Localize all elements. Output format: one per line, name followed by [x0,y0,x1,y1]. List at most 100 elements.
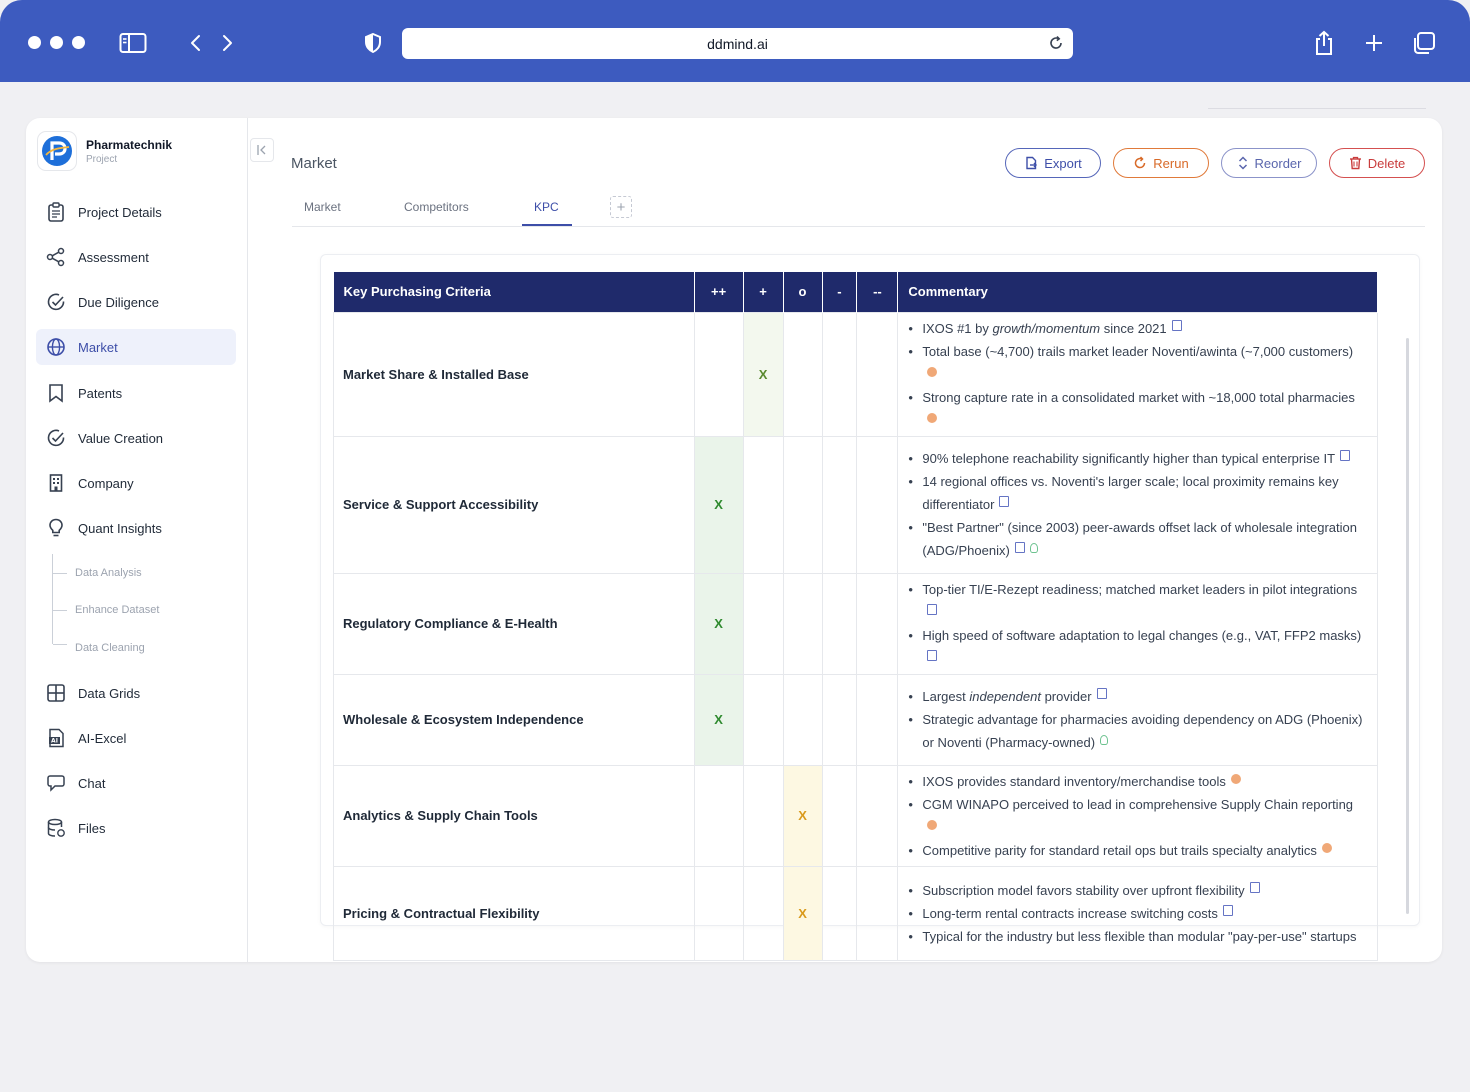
tabs-overview-icon[interactable] [1409,28,1439,58]
commentary-text: IXOS provides standard inventory/merchan… [922,773,1226,789]
forward-arrow-icon[interactable] [212,28,242,58]
sidebar-item-market[interactable]: Market [36,329,236,365]
sidebar-toggle-icon[interactable] [118,28,148,58]
new-tab-plus-icon[interactable] [1359,28,1389,58]
sidebar-subitem-enhance-dataset[interactable]: Enhance Dataset [75,604,159,616]
address-bar[interactable]: ddmind.ai [402,28,1073,59]
commentary-item: Competitive parity for standard retail o… [908,839,1367,862]
sidebar-item-label: Value Creation [78,430,164,446]
source-web-icon[interactable] [927,819,938,830]
score-cell: X [742,311,784,437]
source-insight-icon[interactable] [1100,735,1109,745]
source-document-icon[interactable] [1014,542,1025,553]
sidebar-item-assessment[interactable]: Assessment [36,239,236,275]
share-upload-icon[interactable] [1309,28,1339,58]
sidebar-item-label: Market [78,339,118,355]
score-cell [821,572,858,675]
database-icon [46,818,66,838]
table-row: Market Share & Installed Base X IXOS #1 by… [333,311,1378,437]
sidebar-item-company[interactable]: Company [36,465,236,501]
brand-subtitle: Project [86,153,118,165]
criterion-cell: Pricing & Contractual Flexibility [333,865,695,961]
active-tab-indicator [522,224,572,226]
shield-icon[interactable] [358,28,388,58]
commentary-cell: IXOS #1 by growth/momentum since 2021 Tot… [897,311,1378,437]
sidebar-item-quant-insights[interactable]: Quant Insights [36,510,236,546]
brand-name: Pharmatechnik [86,137,173,152]
sub-branch-line [53,573,67,574]
sidebar-subitem-data-analysis[interactable]: Data Analysis [75,567,142,579]
sidebar-item-label: Data Grids [78,685,141,701]
maximize-window-dot[interactable] [72,36,85,49]
sidebar-subitem-data-cleaning[interactable]: Data Cleaning [75,642,145,654]
score-cell [693,764,744,867]
sidebar-item-ai-excel[interactable]: AI AI-Excel [36,720,236,756]
close-window-dot[interactable] [28,36,41,49]
trash-icon [1349,156,1361,170]
reorder-button[interactable]: Reorder [1221,148,1317,178]
criterion-cell: Wholesale & Ecosystem Independence [333,673,695,766]
source-insight-icon[interactable] [1029,543,1038,553]
table-row: Analytics & Supply Chain Tools X IXOS prov… [333,764,1378,867]
table-row: Wholesale & Ecosystem IndependenceX Large… [333,673,1378,766]
vertical-scrollbar[interactable] [1406,338,1409,914]
reload-icon[interactable] [1047,34,1065,52]
sidebar-item-project-details[interactable]: Project Details [36,194,236,230]
score-cell [856,435,899,574]
score-cell [821,311,858,437]
criterion-cell: Market Share & Installed Base [333,311,695,437]
commentary-text: High speed of software adaptation to leg… [922,627,1362,643]
source-document-icon[interactable] [1171,319,1182,331]
add-tab-button[interactable]: + [610,196,632,218]
brand[interactable]: Pharmatechnik Project [38,132,172,170]
rerun-button[interactable]: Rerun [1113,148,1209,178]
delete-button[interactable]: Delete [1329,148,1425,178]
tab-kpc[interactable]: KPC [534,200,559,214]
ai-file-icon: AI [46,728,66,748]
collapse-sidebar-button[interactable] [250,138,274,162]
commentary-text: provider [1040,689,1092,704]
header-plus: + [743,272,784,312]
source-web-icon[interactable] [927,366,938,377]
clipboard-icon [46,202,66,222]
header-criteria: Key Purchasing Criteria [333,272,695,312]
tab-market[interactable]: Market [304,200,341,214]
sidebar-item-label: Project Details [78,204,162,220]
commentary-text: Total base (~4,700) trails market leader… [922,343,1354,359]
source-web-icon[interactable] [1230,773,1241,784]
source-web-icon[interactable] [1321,842,1332,853]
source-web-icon[interactable] [927,412,938,423]
commentary-text: Competitive parity for standard retail o… [922,842,1317,858]
score-cell [693,865,744,961]
source-document-icon[interactable] [1340,450,1351,461]
sub-branch-line [53,610,67,611]
source-document-icon[interactable] [1096,688,1107,699]
commentary-emphasis: growth/momentum [992,320,1101,336]
sidebar-item-value-creation[interactable]: Value Creation [36,420,236,456]
source-document-icon[interactable] [999,496,1010,507]
table-row: Regulatory Compliance & E-HealthX Top-tie… [333,572,1378,675]
window-controls[interactable] [28,36,85,49]
rerun-refresh-icon [1135,156,1146,169]
score-cell [742,572,784,675]
tab-competitors[interactable]: Competitors [404,200,469,214]
commentary-item: IXOS #1 by growth/momentum since 2021 [908,317,1367,340]
source-document-icon[interactable] [1249,881,1260,893]
sidebar-item-due-diligence[interactable]: Due Diligence [36,284,236,320]
sidebar-item-files[interactable]: Files [36,810,236,846]
score-cell: X [693,435,744,574]
sidebar-item-chat[interactable]: Chat [36,765,236,801]
browser-toolbar: ddmind.ai [0,0,1470,82]
sidebar-item-data-grids[interactable]: Data Grids [36,675,236,711]
collapse-chevron-icon [257,145,266,155]
source-document-icon[interactable] [927,603,938,615]
sidebar-item-patents[interactable]: Patents [36,375,236,411]
export-button[interactable]: Export [1005,148,1101,178]
back-arrow-icon[interactable] [181,28,211,58]
sidebar-item-label: Company [78,475,134,491]
commentary-item: Strategic advantage for pharmacies avoid… [908,708,1367,754]
source-document-icon[interactable] [1222,904,1233,916]
top-divider [1208,108,1426,109]
minimize-window-dot[interactable] [50,36,63,49]
source-document-icon[interactable] [927,649,938,661]
